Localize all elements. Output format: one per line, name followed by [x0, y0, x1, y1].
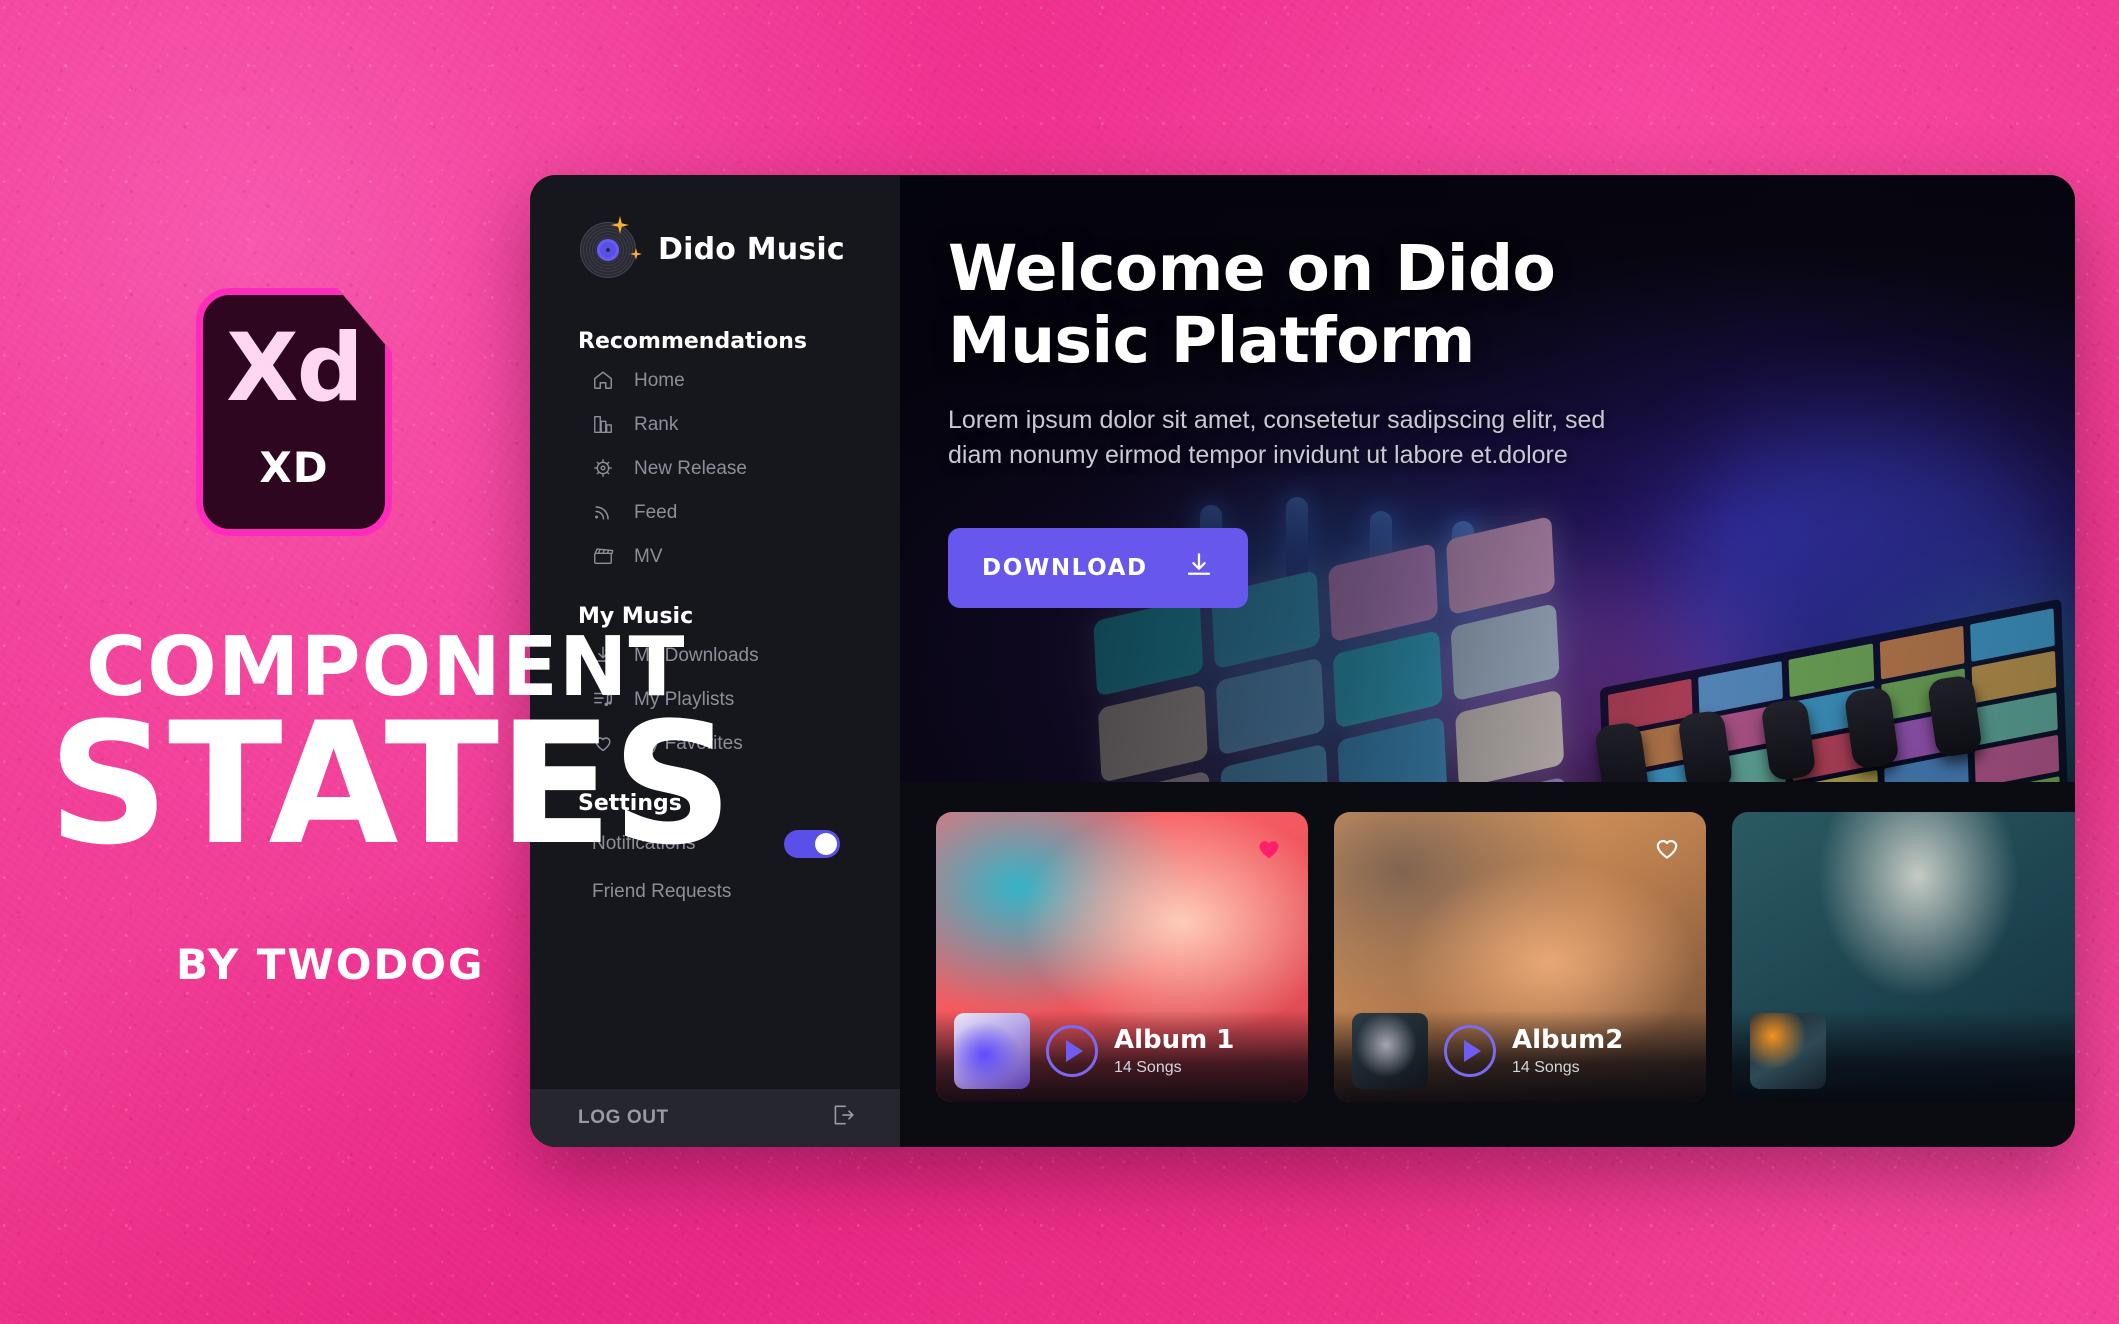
hero-copy: Welcome on Dido Music Platform Lorem ips…	[948, 233, 1708, 608]
poster-byline: BY TWODOG	[176, 940, 485, 989]
album-song-count: 14 Songs	[1512, 1059, 1580, 1076]
sidebar-item-mv[interactable]: MV	[530, 534, 900, 578]
home-icon	[592, 369, 614, 391]
play-icon[interactable]	[1444, 1025, 1496, 1077]
brand: Dido Music	[530, 175, 900, 287]
logout-label: LOG OUT	[578, 1107, 669, 1128]
sidebar-item-label: MV	[634, 545, 663, 567]
sidebar-item-feed[interactable]: Feed	[530, 490, 900, 534]
sidebar-item-my-playlists[interactable]: My Playlists	[530, 677, 900, 721]
album-card[interactable]: Album 1 14 Songs	[936, 812, 1308, 1102]
album-title: Album2	[1512, 1025, 1624, 1055]
hero-banner: Welcome on Dido Music Platform Lorem ips…	[900, 175, 2075, 782]
album-song-count: 14 Songs	[1114, 1059, 1182, 1076]
section-heading-my-music: My Music	[578, 604, 694, 629]
album-meta: Album2 14 Songs	[1512, 1025, 1623, 1077]
hero-title: Welcome on Dido Music Platform	[948, 233, 1708, 377]
heart-filled-icon[interactable]	[1254, 832, 1284, 862]
poster-canvas: Xd XD COMPONENT STATES BY TWODOG Dido Mu…	[0, 0, 2119, 1324]
hero-title-line1: Welcome on Dido	[948, 232, 1556, 305]
download-button[interactable]: DOWNLOAD	[948, 527, 1248, 608]
sidebar: Dido Music Recommendations Home Rank New…	[530, 175, 900, 1147]
heart-outline-icon[interactable]	[1652, 832, 1682, 862]
rss-feed-icon	[592, 501, 614, 523]
download-icon	[592, 644, 614, 666]
album-card-footer: Album2 14 Songs	[1334, 1010, 1706, 1102]
play-icon[interactable]	[1046, 1025, 1098, 1077]
chart-bars-icon	[592, 413, 614, 435]
xd-letters: Xd	[226, 314, 364, 424]
friend-requests-label: Friend Requests	[592, 881, 732, 902]
hero-title-line2: Music Platform	[948, 303, 1475, 377]
logout-button[interactable]: LOG OUT	[530, 1089, 900, 1147]
toggle-knob	[815, 833, 837, 855]
vinyl-record-icon	[578, 216, 642, 280]
sidebar-item-home[interactable]: Home	[530, 358, 900, 402]
album-card-footer	[1732, 1010, 2075, 1102]
sidebar-item-my-downloads[interactable]: My Downloads	[530, 633, 900, 677]
setting-row-friend-requests[interactable]: Friend Requests	[530, 868, 900, 916]
album-card-row: Album 1 14 Songs Album2 14 Songs	[900, 782, 2075, 1147]
sidebar-item-label: New Release	[634, 457, 747, 479]
hero-subtitle-line1: Lorem ipsum dolor sit amet, consetetur s…	[948, 405, 1606, 434]
album-thumbnail	[1750, 1013, 1826, 1089]
sidebar-item-label: My Downloads	[634, 644, 759, 666]
sidebar-item-new-release[interactable]: New Release	[530, 446, 900, 490]
logout-arrow-icon	[830, 1102, 856, 1134]
playlist-icon	[592, 688, 614, 710]
setting-row-notifications: Notifications	[530, 820, 900, 868]
sidebar-item-label: Rank	[634, 413, 679, 435]
hero-subtitle: Lorem ipsum dolor sit amet, consetetur s…	[948, 403, 1708, 474]
download-button-label: DOWNLOAD	[982, 554, 1148, 581]
download-icon	[1184, 550, 1214, 586]
new-release-icon	[592, 457, 614, 479]
album-meta: Album 1 14 Songs	[1114, 1025, 1234, 1077]
album-card[interactable]: Album2 14 Songs	[1334, 812, 1706, 1102]
album-thumbnail	[954, 1013, 1030, 1089]
xd-label: XD	[259, 442, 329, 492]
sidebar-nav: Recommendations Home Rank New Release Fe…	[530, 287, 900, 1089]
sidebar-item-rank[interactable]: Rank	[530, 402, 900, 446]
heart-outline-icon	[592, 732, 614, 754]
hero-subtitle-line2: diam nonumy eirmod tempor invidunt ut la…	[948, 441, 1568, 470]
notifications-toggle[interactable]	[784, 830, 840, 858]
sidebar-item-label: My Playlists	[634, 688, 735, 710]
sidebar-item-label: Feed	[634, 501, 678, 523]
sidebar-item-label: Home	[634, 369, 685, 391]
adobe-xd-badge: Xd XD	[196, 288, 392, 536]
section-heading-settings: Settings	[578, 791, 682, 816]
app-window: Dido Music Recommendations Home Rank New…	[530, 175, 2075, 1147]
notifications-label: Notifications	[592, 833, 696, 854]
section-heading-recommendations: Recommendations	[578, 329, 807, 354]
sidebar-item-my-favorites[interactable]: My Favorites	[530, 721, 900, 765]
album-card[interactable]	[1732, 812, 2075, 1102]
album-title: Album 1	[1114, 1025, 1235, 1055]
brand-name: Dido Music	[658, 231, 845, 267]
main-content: Welcome on Dido Music Platform Lorem ips…	[900, 175, 2075, 1147]
album-thumbnail	[1352, 1013, 1428, 1089]
album-card-footer: Album 1 14 Songs	[936, 1010, 1308, 1102]
sidebar-item-label: My Favorites	[634, 732, 743, 754]
clapperboard-icon	[592, 545, 614, 567]
